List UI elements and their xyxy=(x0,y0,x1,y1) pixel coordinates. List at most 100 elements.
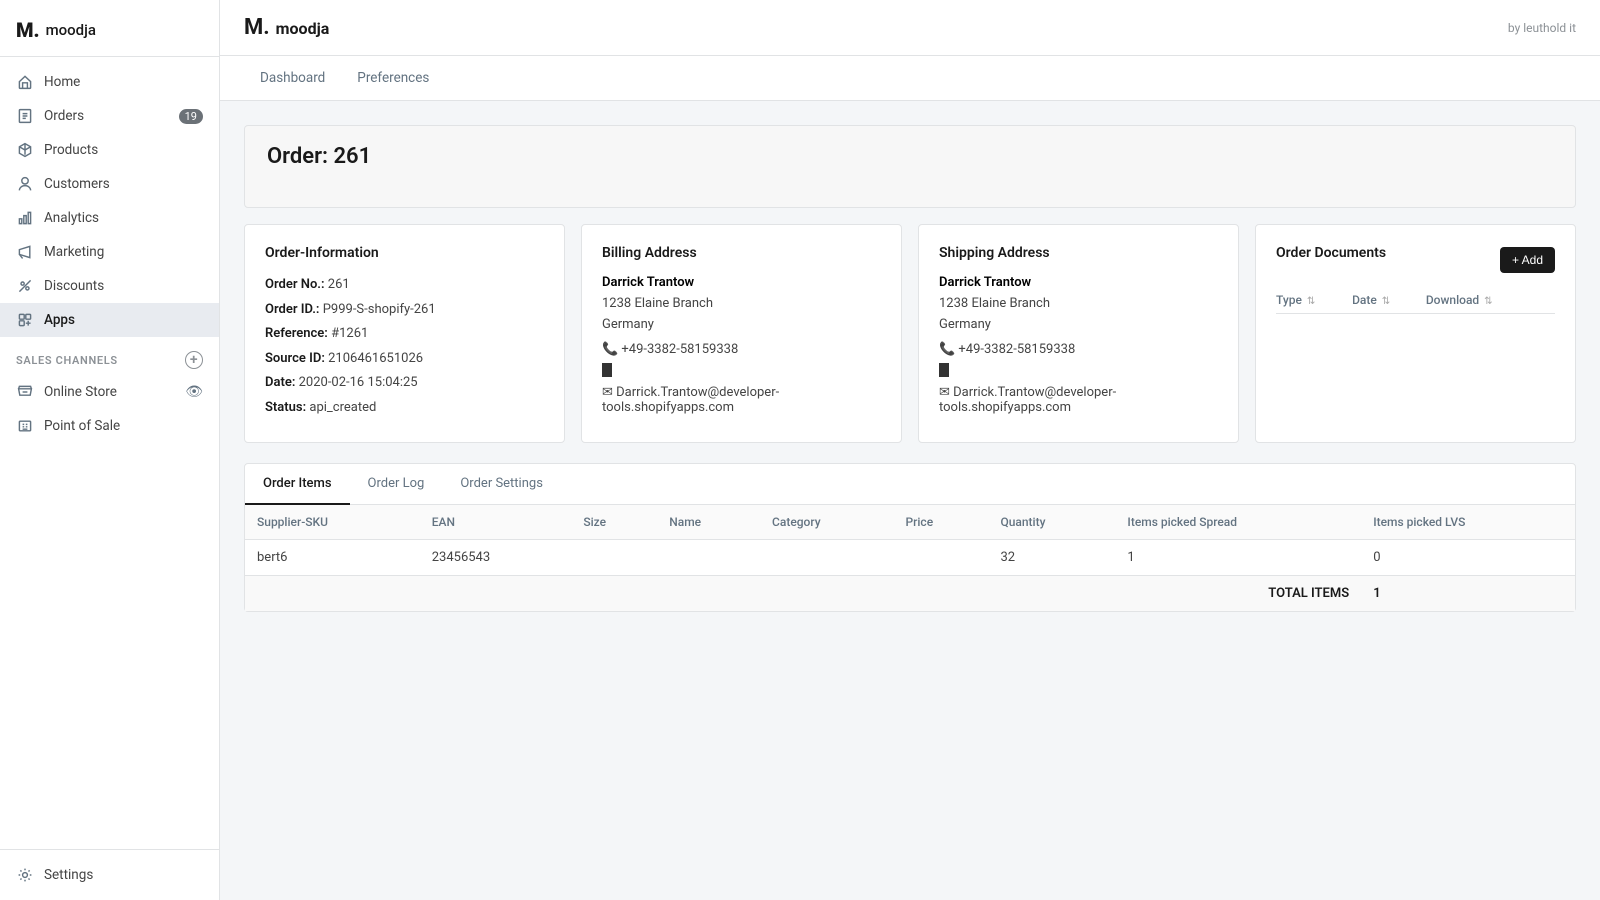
orders-icon xyxy=(16,107,34,125)
reference-row: Reference: #1261 xyxy=(265,324,544,344)
settings-icon xyxy=(16,866,34,884)
tab-order-log[interactable]: Order Log xyxy=(350,464,443,505)
row-size xyxy=(571,540,657,576)
docs-title: Order Documents xyxy=(1276,245,1386,261)
billing-card: Billing Address Darrick Trantow 1238 Ela… xyxy=(581,224,902,443)
sidebar-item-online-store[interactable]: Online Store 👁 xyxy=(0,375,219,409)
sidebar-item-products[interactable]: Products xyxy=(0,133,219,167)
reference-value: #1261 xyxy=(331,326,368,341)
app-name: moodja xyxy=(276,19,330,38)
order-tabs-section: Order Items Order Log Order Settings Sup… xyxy=(244,463,1576,612)
docs-col-type: Type ⇅ xyxy=(1276,287,1352,314)
billing-title: Billing Address xyxy=(602,245,881,261)
shipping-email: ✉ Darrick.Trantow@developer-tools.shopif… xyxy=(939,385,1218,415)
row-items-picked-lvs: 0 xyxy=(1361,540,1575,576)
topbar-left: M. moodja xyxy=(244,15,329,40)
sidebar-item-home[interactable]: Home xyxy=(0,65,219,99)
sidebar-item-settings[interactable]: Settings xyxy=(0,858,219,892)
shipping-card: Shipping Address Darrick Trantow 1238 El… xyxy=(918,224,1239,443)
discounts-icon xyxy=(16,277,34,295)
tab-preferences[interactable]: Preferences xyxy=(341,56,445,100)
add-channel-button[interactable]: + xyxy=(185,351,203,369)
cards-row: Order-Information Order No.: 261 Order I… xyxy=(244,224,1576,443)
shipping-name: Darrick Trantow xyxy=(939,275,1218,290)
sort-date: ⇅ xyxy=(1382,296,1390,307)
topbar-by: by leuthold it xyxy=(1508,21,1576,35)
sidebar-nav: Home Orders 19 Products Customers xyxy=(0,57,219,849)
billing-country: Germany xyxy=(602,315,881,336)
pos-icon xyxy=(16,417,34,435)
status-row: Status: api_created xyxy=(265,398,544,418)
analytics-icon xyxy=(16,209,34,227)
table-row: bert6 23456543 32 1 0 xyxy=(245,540,1575,576)
order-title-section: Order: 261 xyxy=(244,125,1576,208)
customers-icon xyxy=(16,175,34,193)
shipping-country: Germany xyxy=(939,315,1218,336)
tab-order-items[interactable]: Order Items xyxy=(245,464,350,505)
app-logo: M. moodja xyxy=(244,15,329,40)
row-items-picked-spread: 1 xyxy=(1115,540,1361,576)
sort-download: ⇅ xyxy=(1484,296,1492,307)
topbar: M. moodja by leuthold it xyxy=(220,0,1600,56)
shipping-address: 1238 Elaine Branch xyxy=(939,294,1218,315)
sidebar-item-label: Home xyxy=(44,74,80,90)
sales-channels-section: SALES CHANNELS + xyxy=(0,337,219,375)
sidebar-item-label: Discounts xyxy=(44,278,104,294)
app-mark: M. xyxy=(244,15,270,40)
total-row: TOTAL ITEMS 1 xyxy=(245,576,1575,612)
date-row: Date: 2020-02-16 15:04:25 xyxy=(265,373,544,393)
row-supplier-sku: bert6 xyxy=(245,540,420,576)
phone-icon-2: 📞 xyxy=(939,342,958,357)
row-category xyxy=(760,540,893,576)
sidebar-item-marketing[interactable]: Marketing xyxy=(0,235,219,269)
sales-channels-label: SALES CHANNELS xyxy=(16,354,118,367)
online-store-label: Online Store xyxy=(44,384,117,400)
shipping-redacted xyxy=(939,363,949,377)
row-price xyxy=(893,540,988,576)
order-id-value: P999-S-shopify-261 xyxy=(323,302,436,317)
sidebar-item-customers[interactable]: Customers xyxy=(0,167,219,201)
order-items-table: Supplier-SKU EAN Size Name Category Pric… xyxy=(245,505,1575,611)
logo-name: moodja xyxy=(46,21,96,39)
shipping-title: Shipping Address xyxy=(939,245,1218,261)
sidebar-item-label: Analytics xyxy=(44,210,99,226)
col-items-picked-spread: Items picked Spread xyxy=(1115,505,1361,540)
billing-redacted xyxy=(602,363,612,377)
date-value: 2020-02-16 15:04:25 xyxy=(299,375,418,390)
billing-name: Darrick Trantow xyxy=(602,275,881,290)
order-items-body: bert6 23456543 32 1 0 xyxy=(245,540,1575,576)
order-id-label: Order ID.: xyxy=(265,302,323,317)
tab-dashboard[interactable]: Dashboard xyxy=(244,56,341,100)
row-quantity: 32 xyxy=(988,540,1115,576)
sidebar-item-orders[interactable]: Orders 19 xyxy=(0,99,219,133)
col-name: Name xyxy=(657,505,760,540)
marketing-icon xyxy=(16,243,34,261)
col-size: Size xyxy=(571,505,657,540)
sidebar-item-apps[interactable]: Apps xyxy=(0,303,219,337)
billing-address: 1238 Elaine Branch xyxy=(602,294,881,315)
sidebar-logo: M. moodja xyxy=(0,0,219,57)
col-ean: EAN xyxy=(420,505,572,540)
order-documents-card: Order Documents + Add Type ⇅ Date ⇅ xyxy=(1255,224,1576,443)
sort-type: ⇅ xyxy=(1307,296,1315,307)
sidebar-item-pos[interactable]: Point of Sale xyxy=(0,409,219,443)
sidebar-item-label: Apps xyxy=(44,312,75,328)
pos-label: Point of Sale xyxy=(44,418,120,434)
add-document-button[interactable]: + Add xyxy=(1500,247,1555,273)
docs-col-date: Date ⇅ xyxy=(1352,287,1426,314)
sidebar-item-label: Customers xyxy=(44,176,110,192)
sidebar-item-discounts[interactable]: Discounts xyxy=(0,269,219,303)
sidebar-bottom: Settings xyxy=(0,849,219,900)
col-items-picked-lvs: Items picked LVS xyxy=(1361,505,1575,540)
eye-icon[interactable]: 👁 xyxy=(185,384,203,400)
source-id-label: Source ID: xyxy=(265,351,328,366)
tab-order-settings[interactable]: Order Settings xyxy=(442,464,561,505)
main-content: M. moodja by leuthold it Dashboard Prefe… xyxy=(220,0,1600,900)
sidebar: M. moodja Home Orders 19 Products xyxy=(0,0,220,900)
docs-table: Type ⇅ Date ⇅ Download ⇅ xyxy=(1276,287,1555,314)
row-name xyxy=(657,540,760,576)
order-info-card: Order-Information Order No.: 261 Order I… xyxy=(244,224,565,443)
sidebar-item-analytics[interactable]: Analytics xyxy=(0,201,219,235)
billing-email: ✉ Darrick.Trantow@developer-tools.shopif… xyxy=(602,385,881,415)
source-id-row: Source ID: 2106461651026 xyxy=(265,349,544,369)
